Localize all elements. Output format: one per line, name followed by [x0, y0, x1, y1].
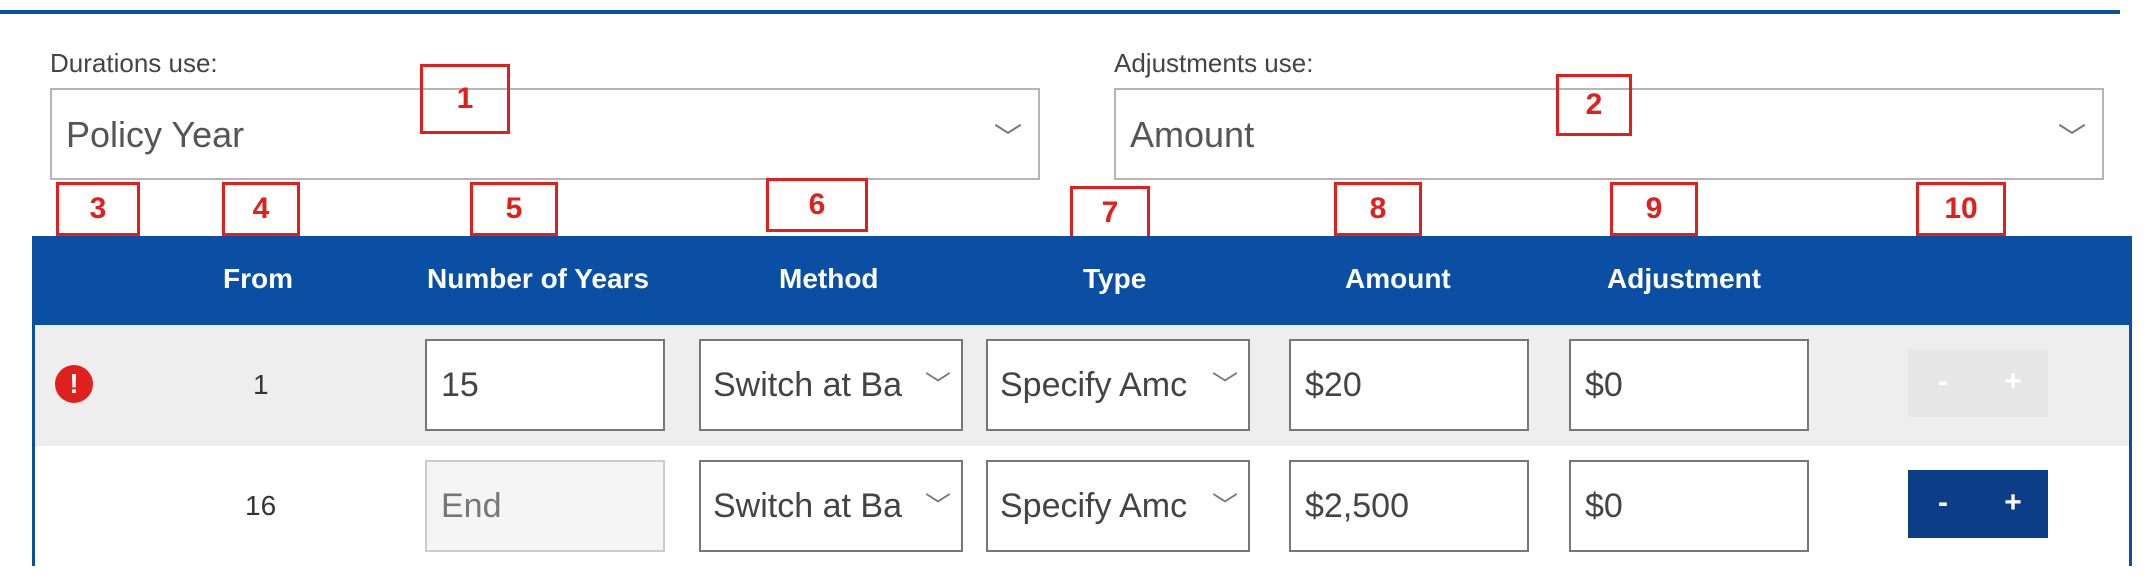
- row-buttons-disabled: - +: [1908, 349, 2048, 417]
- callout-7: 7: [1070, 186, 1150, 240]
- callout-3: 3: [56, 182, 140, 236]
- callout-8: 8: [1334, 182, 1422, 236]
- type-select[interactable]: Specify Amc ﹀: [986, 460, 1250, 552]
- years-input[interactable]: 15: [425, 339, 665, 431]
- callout-4: 4: [222, 182, 300, 236]
- row-buttons: - +: [1908, 470, 2048, 538]
- header-type: Type: [1083, 263, 1147, 294]
- error-icon: !: [55, 365, 93, 403]
- type-value: Specify Amc: [1000, 487, 1188, 525]
- years-input: End: [425, 460, 665, 552]
- adjustments-value: Amount: [1130, 114, 1255, 155]
- type-select[interactable]: Specify Amc ﹀: [986, 339, 1250, 431]
- callout-10: 10: [1916, 182, 2006, 236]
- callout-5: 5: [470, 182, 558, 236]
- method-value: Switch at Ba: [713, 487, 902, 525]
- row-from: 1: [253, 369, 269, 400]
- adjustment-input[interactable]: $0: [1569, 339, 1809, 431]
- durations-table: From Number of Years Method Type Amount …: [32, 236, 2132, 567]
- header-amount: Amount: [1345, 263, 1451, 294]
- amount-input[interactable]: $20: [1289, 339, 1529, 431]
- method-value: Switch at Ba: [713, 366, 902, 404]
- callout-9: 9: [1610, 182, 1698, 236]
- header-number-of-years: Number of Years: [427, 263, 650, 294]
- top-divider: [0, 10, 2120, 14]
- amount-input[interactable]: $2,500: [1289, 460, 1529, 552]
- add-row-button[interactable]: +: [1978, 470, 2048, 538]
- durations-label: Durations use:: [50, 48, 218, 78]
- callout-6: 6: [766, 178, 868, 232]
- remove-row-button[interactable]: -: [1908, 470, 1978, 538]
- chevron-down-icon: ﹀: [924, 491, 951, 521]
- durations-value: Policy Year: [66, 114, 245, 155]
- table-row: 16 End Switch at Ba ﹀ Specify Amc ﹀ $2,5…: [35, 446, 2129, 567]
- adjustment-input[interactable]: $0: [1569, 460, 1809, 552]
- row-from: 16: [245, 490, 277, 521]
- table-header: From Number of Years Method Type Amount …: [35, 239, 2129, 325]
- remove-row-button: -: [1908, 349, 1978, 417]
- method-select[interactable]: Switch at Ba ﹀: [699, 339, 963, 431]
- adjustments-label: Adjustments use:: [1114, 48, 1314, 78]
- chevron-down-icon: ﹀: [993, 122, 1022, 153]
- chevron-down-icon: ﹀: [924, 370, 951, 400]
- table-row: ! 1 15 Switch at Ba ﹀ Specify Amc ﹀ $20 …: [35, 325, 2129, 446]
- chevron-down-icon: ﹀: [1211, 370, 1238, 400]
- durations-select[interactable]: Policy Year ﹀: [50, 88, 1040, 180]
- callout-2: 2: [1556, 74, 1632, 136]
- header-method: Method: [779, 263, 879, 294]
- chevron-down-icon: ﹀: [2057, 122, 2086, 153]
- header-from: From: [223, 263, 293, 294]
- type-value: Specify Amc: [1000, 366, 1188, 404]
- header-adjustment: Adjustment: [1607, 263, 1761, 294]
- callout-1: 1: [420, 64, 510, 134]
- method-select[interactable]: Switch at Ba ﹀: [699, 460, 963, 552]
- chevron-down-icon: ﹀: [1211, 491, 1238, 521]
- add-row-button: +: [1978, 349, 2048, 417]
